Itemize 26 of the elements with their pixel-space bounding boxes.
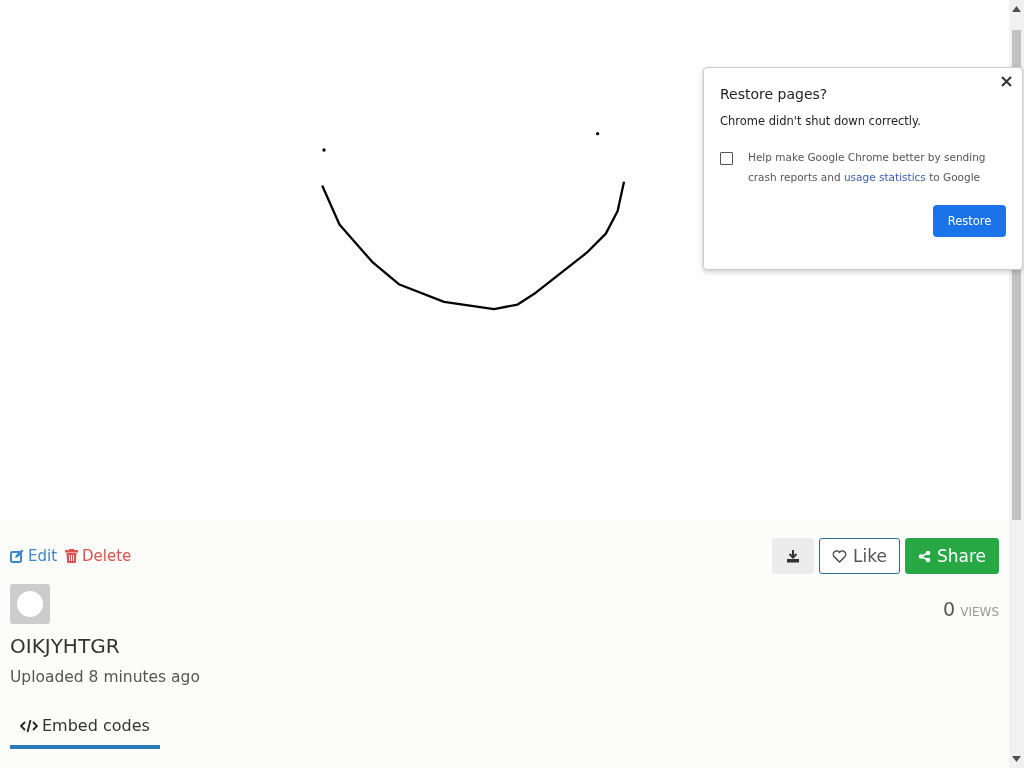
share-icon [917,549,931,563]
like-button[interactable]: Like [819,538,900,574]
download-button[interactable] [772,538,815,574]
embed-codes-tab[interactable]: Embed codes [10,712,160,749]
edit-icon [10,549,24,563]
avatar-icon [10,584,50,624]
code-icon [20,718,38,733]
drawing-title: OIKJYHTGR [9,633,121,658]
scroll-up-icon[interactable] [1012,6,1021,12]
checkbox[interactable] [720,152,733,165]
checkbox-label: Help make Google Chrome better by sending crash reports and usage statistics to Google [748,150,987,185]
download-icon [786,549,801,563]
usage-statistics-link[interactable]: usage statistics [843,171,926,183]
dialog-message: Chrome didn't shut down correctly. [720,114,922,128]
delete-link[interactable]: Delete [65,547,132,565]
trash-icon [65,549,79,563]
restore-button[interactable]: Restore [933,205,1006,237]
upload-time: Uploaded 8 minutes ago [9,667,201,686]
edit-link[interactable]: Edit [10,547,58,565]
views-count: 0 [943,598,956,620]
share-button[interactable]: Share [904,538,999,574]
heart-icon [832,549,848,563]
views-label: VIEWS [960,605,999,619]
scroll-down-icon[interactable] [1012,756,1021,762]
close-icon[interactable] [1001,76,1012,87]
dialog-title: Restore pages? [720,86,829,102]
